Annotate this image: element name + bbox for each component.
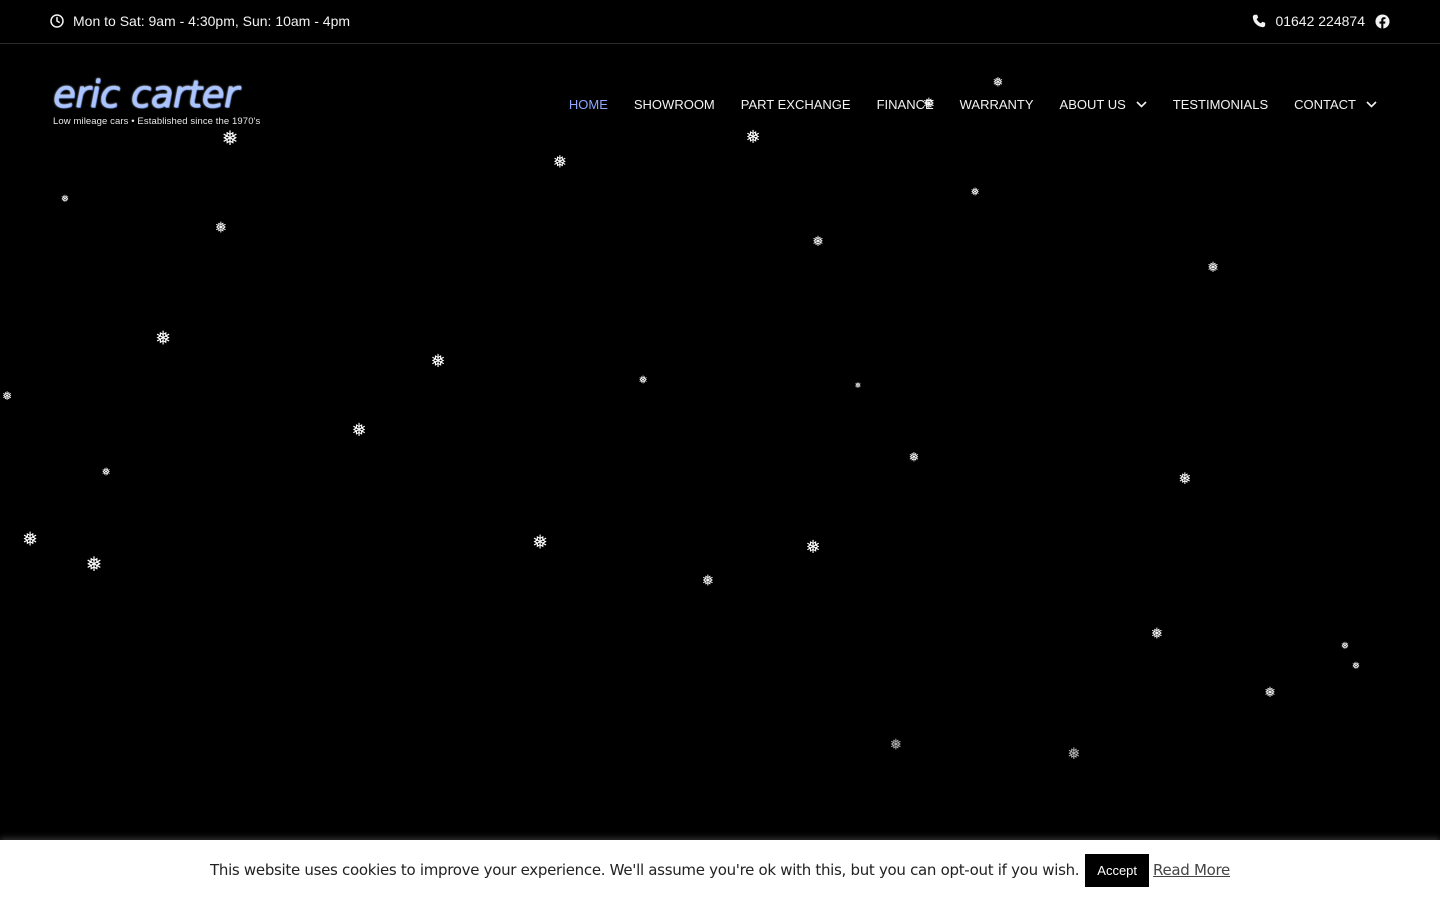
snowflake-icon: ❅ xyxy=(889,735,903,754)
nav-item-showroom-label: SHOWROOM xyxy=(633,97,715,112)
top-bar: Mon to Sat: 9am - 4:30pm, Sun: 10am - 4p… xyxy=(0,0,1440,44)
snowflake-icon: ❅ xyxy=(214,218,228,237)
nav-item-warranty[interactable]: WARRANTY xyxy=(960,97,1034,112)
snowflake-icon: ❅ xyxy=(1,389,13,403)
snowflake-icon: ❅ xyxy=(532,531,548,554)
phone-icon xyxy=(1252,14,1266,28)
snowflake-icon: ❅ xyxy=(812,234,824,250)
nav-item-about-us[interactable]: ABOUT US xyxy=(1060,97,1147,112)
nav-item-finance[interactable]: FINANCE xyxy=(877,97,934,112)
site-header: eric carter Low mileage cars • Establish… xyxy=(0,45,1440,155)
facebook-icon[interactable] xyxy=(1375,13,1390,29)
snowflake-icon: ❅ xyxy=(101,465,111,479)
snowflake-icon: ❅ xyxy=(1178,469,1192,488)
opening-hours: Mon to Sat: 9am - 4:30pm, Sun: 10am - 4p… xyxy=(50,13,350,29)
nav-item-contact[interactable]: CONTACT xyxy=(1294,97,1377,112)
snowflake-icon: ❅ xyxy=(1150,624,1164,643)
opening-hours-text: Mon to Sat: 9am - 4:30pm, Sun: 10am - 4p… xyxy=(73,13,351,29)
nav-item-part-exchange[interactable]: PART EXCHANGE xyxy=(741,97,851,112)
chevron-down-icon xyxy=(1366,101,1377,108)
cookie-consent-bar: This website uses cookies to improve you… xyxy=(0,840,1440,900)
snowflake-icon: ❅ xyxy=(85,552,103,576)
nav-item-warranty-label: WARRANTY xyxy=(959,97,1034,112)
clock-icon xyxy=(50,14,64,28)
snowflake-icon: ❅ xyxy=(1264,685,1276,701)
contact-info: 01642 224874 xyxy=(1252,13,1390,29)
snowflake-icon: ❅ xyxy=(908,450,920,466)
snowflake-icon: ❅ xyxy=(1351,661,1361,672)
nav-item-about-us-label: ABOUT US xyxy=(1059,97,1126,112)
snowflake-icon: ❅ xyxy=(60,194,70,205)
chevron-down-icon xyxy=(1136,101,1147,108)
cookie-read-more-link[interactable]: Read More xyxy=(1153,861,1230,879)
nav-item-part-exchange-label: PART EXCHANGE xyxy=(740,97,851,112)
cookie-message: This website uses cookies to improve you… xyxy=(210,861,1080,879)
snowflake-icon: ❅ xyxy=(1340,641,1350,652)
main-navigation: HOME SHOWROOM PART EXCHANGE FINANCE WARR… xyxy=(569,97,1377,112)
phone-number[interactable]: 01642 224874 xyxy=(1275,13,1365,29)
nav-item-testimonials[interactable]: TESTIMONIALS xyxy=(1173,97,1268,112)
snowflake-icon: ❅ xyxy=(1067,744,1081,763)
snowflake-icon: ❅ xyxy=(351,420,367,441)
snowflake-icon: ❅ xyxy=(155,327,171,350)
snowflake-icon: ❅ xyxy=(701,571,715,590)
snowflake-icon: ❅ xyxy=(1207,260,1219,276)
logo-tagline: Low mileage cars • Established since the… xyxy=(53,116,261,127)
snowflake-icon: ❅ xyxy=(430,351,446,372)
snowflake-icon: ❅ xyxy=(970,185,980,199)
nav-item-home-label: HOME xyxy=(568,97,608,112)
nav-item-finance-label: FINANCE xyxy=(876,97,934,112)
nav-item-showroom[interactable]: SHOWROOM xyxy=(634,97,715,112)
logo-brand-text: eric carter xyxy=(53,73,239,116)
nav-item-contact-label: CONTACT xyxy=(1294,97,1356,112)
nav-item-home[interactable]: HOME xyxy=(569,97,608,112)
nav-item-testimonials-label: TESTIMONIALS xyxy=(1172,97,1269,112)
cookie-accept-button[interactable]: Accept xyxy=(1085,853,1150,887)
snowflake-icon: ❅ xyxy=(805,537,821,558)
snowflake-icon: ❅ xyxy=(22,528,38,551)
snowflake-icon: ❅ xyxy=(552,152,568,173)
snowflake-icon: ❅ xyxy=(854,381,862,390)
site-logo[interactable]: eric carter Low mileage cars • Establish… xyxy=(53,75,278,130)
snowflake-icon: ❅ xyxy=(638,373,648,387)
